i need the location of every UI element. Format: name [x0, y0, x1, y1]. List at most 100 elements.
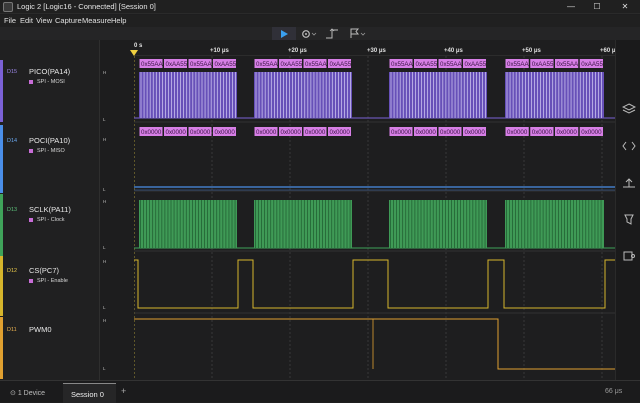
play-icon	[281, 30, 288, 38]
channel-color-bar	[0, 194, 3, 256]
device-settings-button[interactable]	[298, 27, 320, 40]
mosi-decode-label: 0x55AA	[190, 61, 213, 68]
device-count[interactable]: ⊙ 1 Device	[10, 389, 45, 397]
maximize-button[interactable]: ☐	[584, 0, 610, 14]
miso-decode-label: 0x0000	[391, 129, 412, 136]
sclk-burst	[254, 200, 352, 248]
timeline-tick-6: +60 μ	[600, 48, 616, 54]
level-high: H	[103, 318, 107, 323]
miso-decode-label: 0x0000	[440, 129, 461, 136]
miso-decode-label: 0x0000	[557, 129, 578, 136]
timeline-tick-1: +10 μs	[210, 48, 229, 54]
level-strip	[100, 40, 134, 380]
channel-name[interactable]: PICO(PA14)	[29, 67, 70, 76]
session-tab[interactable]: Session 0	[63, 383, 116, 403]
miso-decode-label: 0x0000	[330, 129, 351, 136]
analyzer-swatch	[29, 217, 33, 222]
channel-number: D15	[7, 69, 18, 75]
menu-bar: File Edit View Capture Measure Help	[0, 15, 640, 27]
channel-name[interactable]: CS(PC7)	[29, 266, 59, 275]
channel-color-bar	[0, 317, 3, 379]
channel-color-bar	[0, 60, 3, 122]
menu-measure[interactable]: Measure	[82, 16, 111, 25]
waveform-area[interactable]: 0x55AA 0xAA55 0x55AA 0xAA55 0x55AA 0xAA55 0x55…	[134, 56, 615, 380]
timeline-tick-3: +30 μs	[367, 48, 386, 54]
code-icon[interactable]	[622, 140, 636, 152]
miso-decode-label: 0x0000	[465, 129, 486, 136]
miso-decode-label: 0x0000	[581, 129, 602, 136]
channel-name[interactable]: PWM0	[29, 325, 52, 334]
mosi-burst	[389, 72, 487, 118]
mosi-burst	[254, 72, 352, 118]
measure-icon[interactable]	[622, 177, 636, 189]
timeline-ruler[interactable]: 0 s +10 μs +20 μs +30 μs +40 μs +50 μs +…	[130, 40, 616, 56]
miso-decode-label: 0x0000	[532, 129, 553, 136]
layers-icon[interactable]	[622, 103, 636, 115]
mosi-burst	[139, 72, 237, 118]
channel-name[interactable]: POCI(PA10)	[29, 136, 70, 145]
menu-capture[interactable]: Capture	[55, 16, 82, 25]
timeline-tick-2: +20 μs	[288, 48, 307, 54]
channel-number: D11	[7, 327, 17, 333]
level-low: L	[103, 245, 106, 250]
mosi-decode-label: 0x55AA	[141, 61, 164, 68]
menu-file[interactable]: File	[4, 16, 16, 25]
analyzer-swatch	[29, 278, 33, 283]
right-sidebar	[615, 40, 640, 380]
mosi-decode-label: 0xAA55	[465, 61, 487, 68]
toolbar	[0, 27, 640, 40]
analyzer-label: SPI - MISO	[29, 148, 65, 154]
app-icon	[3, 2, 13, 12]
miso-decode-label: 0x0000	[215, 129, 236, 136]
mosi-decode-label: 0x55AA	[305, 61, 328, 68]
mosi-decode-label: 0x55AA	[440, 61, 463, 68]
channel-color-bar	[0, 125, 3, 193]
analyzer-swatch	[29, 79, 33, 84]
marker-button[interactable]	[346, 27, 368, 40]
start-capture-button[interactable]	[272, 27, 296, 40]
mosi-decode-label: 0xAA55	[416, 61, 438, 68]
level-low: L	[103, 187, 106, 192]
miso-decode-label: 0x0000	[507, 129, 528, 136]
title-bar: Logic 2 [Logic16 - Connected] [Session 0…	[0, 0, 640, 14]
channel-number: D14	[7, 138, 18, 144]
device-count-label: 1 Device	[17, 390, 46, 397]
device-icon: ⊙	[10, 390, 18, 397]
level-low: L	[103, 366, 106, 371]
sclk-burst	[139, 200, 237, 248]
add-session-button[interactable]: +	[121, 386, 126, 396]
mosi-decode-label: 0x55AA	[391, 61, 414, 68]
miso-decode-label: 0x0000	[141, 129, 162, 136]
mosi-decode-label: 0xAA55	[166, 61, 188, 68]
timing-readout: 66 μs	[605, 388, 623, 395]
miso-decode-label: 0x0000	[281, 129, 302, 136]
menu-view[interactable]: View	[36, 16, 52, 25]
analyzer-name: SPI - Clock	[37, 217, 65, 223]
session-tab-label: Session 0	[71, 390, 104, 399]
mosi-decode-label: 0x55AA	[256, 61, 279, 68]
close-button[interactable]: ✕	[612, 0, 638, 14]
mosi-decode-label: 0xAA55	[215, 61, 237, 68]
sclk-burst	[389, 200, 487, 248]
menu-edit[interactable]: Edit	[20, 16, 33, 25]
menu-help[interactable]: Help	[111, 16, 126, 25]
level-low: L	[103, 305, 106, 310]
channel-name[interactable]: SCLK(PA11)	[29, 205, 71, 214]
channel-number: D13	[7, 207, 18, 213]
window-title: Logic 2 [Logic16 - Connected] [Session 0…	[17, 2, 156, 11]
marker-icon[interactable]	[622, 213, 636, 225]
extension-icon[interactable]	[622, 250, 636, 262]
level-high: H	[103, 137, 107, 142]
analyzer-label: SPI - MOSI	[29, 79, 65, 85]
mosi-decode-label: 0xAA55	[532, 61, 554, 68]
mosi-decode-label: 0xAA55	[281, 61, 303, 68]
level-high: H	[103, 199, 107, 204]
mosi-decode-label: 0xAA55	[581, 61, 603, 68]
minimize-button[interactable]: —	[558, 0, 584, 14]
timeline-tick-4: +40 μs	[444, 48, 463, 54]
trigger-button[interactable]	[322, 27, 342, 40]
timeline-tick-5: +50 μs	[522, 48, 541, 54]
cs-waveform	[134, 259, 615, 309]
miso-decode-label: 0x0000	[190, 129, 211, 136]
analyzer-name: SPI - MISO	[37, 148, 65, 154]
